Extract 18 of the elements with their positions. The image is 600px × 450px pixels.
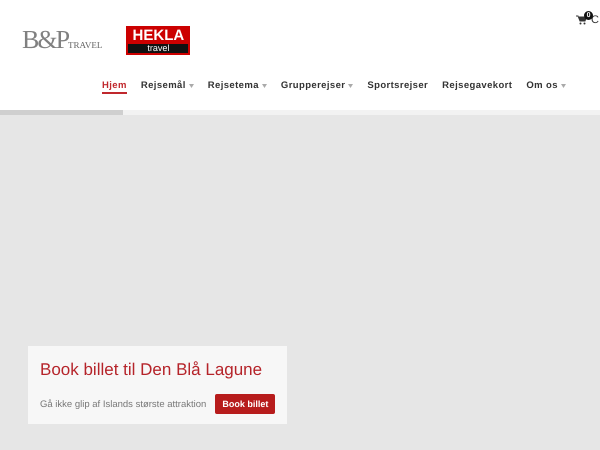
nav-link[interactable]: Rejsetema [208, 80, 267, 94]
nav-link[interactable]: Om os [526, 80, 566, 94]
brand-logo[interactable]: HEKLA travel [126, 26, 190, 54]
nav-link[interactable]: Sportsrejser [367, 80, 428, 94]
promo-title: Book billet til Den Blå Lagune [40, 360, 264, 380]
book-button[interactable]: Book billet [215, 394, 276, 414]
nav-link[interactable]: Rejsegavekort [442, 80, 512, 94]
caret-icon [560, 84, 566, 88]
cart-icon[interactable] [576, 15, 588, 25]
promo-text: Gå ikke glip af Islands største attraktion [40, 398, 206, 410]
nav-link[interactable]: Rejsemål [140, 80, 194, 94]
nav-link[interactable]: Grupperejser [280, 80, 354, 94]
caret-icon [188, 84, 194, 88]
brand-logo[interactable]: B&PTRAVEL [22, 25, 102, 55]
nav-link[interactable]: Hjem [102, 80, 127, 94]
caret-icon [262, 84, 267, 88]
cart-label[interactable]: C [591, 14, 599, 26]
caret-icon [348, 84, 354, 88]
